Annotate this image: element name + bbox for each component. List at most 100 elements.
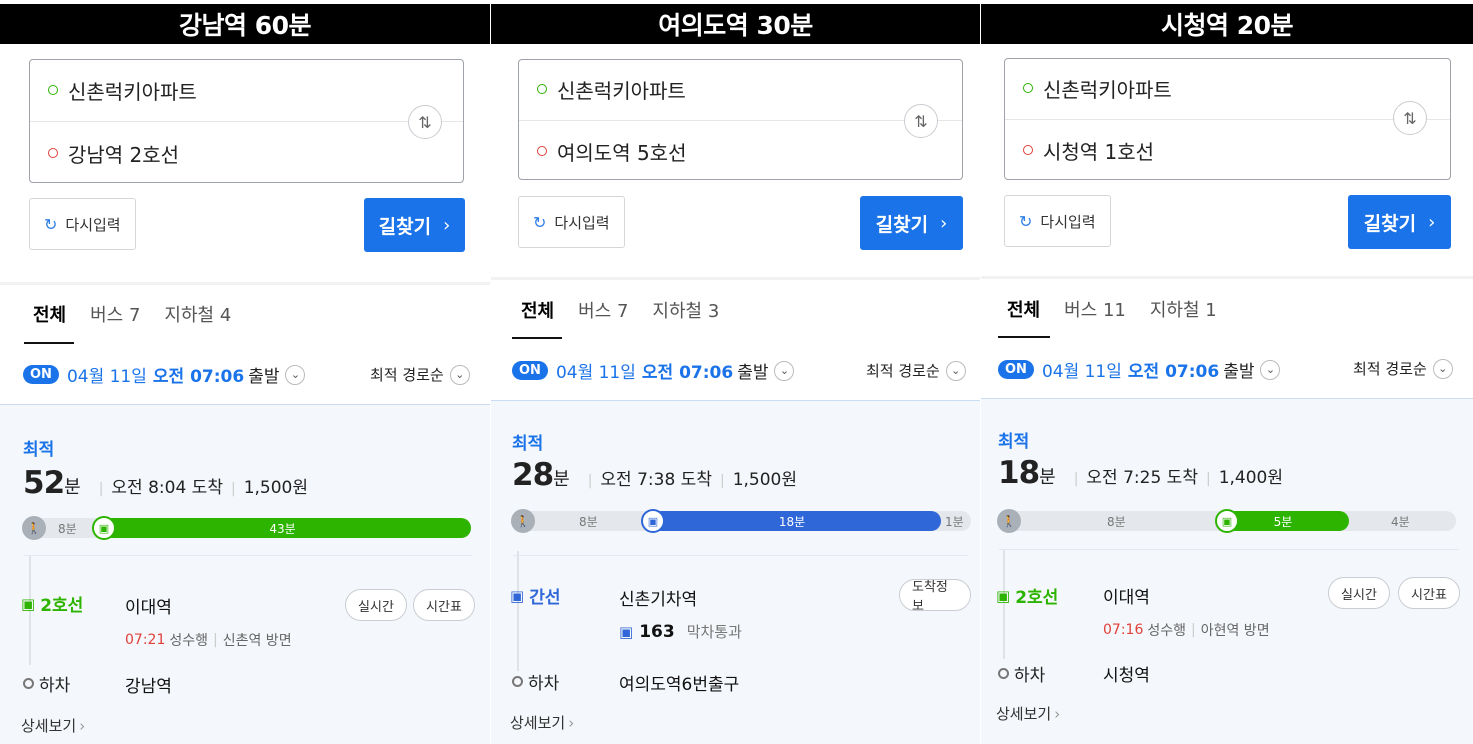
best-label: 최적: [512, 434, 544, 454]
getoff-label: 하차: [512, 669, 559, 694]
swap-arrows-icon[interactable]: ⇅: [408, 105, 442, 139]
departure-time: 오전 07:06: [641, 363, 734, 383]
arrival-info-button[interactable]: 도착정보: [899, 579, 971, 614]
chevron-right-icon: ›: [443, 214, 451, 236]
bus-number-row: ▣ 163 막차통과: [619, 621, 742, 642]
tab-subway[interactable]: 지하철 1: [1150, 296, 1217, 324]
getoff-text: 하차: [1014, 666, 1046, 686]
destination-text: 여의도역 5호선: [557, 140, 687, 165]
detail-link[interactable]: 상세보기 ›: [510, 712, 574, 733]
best-route-card[interactable]: 최적 52 분 | 오전 8:04 도착 | 1,500원 🚶 8분 43분 ▣…: [0, 404, 490, 744]
realtime-button[interactable]: 실시간: [345, 589, 407, 621]
reset-label: 다시입력: [1040, 212, 1096, 231]
destination-text: 강남역 2호선: [68, 142, 180, 167]
departure-suffix: 출발: [737, 363, 769, 383]
duration-value: 28: [512, 457, 554, 493]
realtime-button[interactable]: 실시간: [1328, 577, 1390, 609]
departure-selector[interactable]: ON 04월 11일 오전 07:06 출발 ⌄: [998, 357, 1281, 382]
reset-button[interactable]: ↻ 다시입력: [29, 198, 136, 250]
separator: |: [719, 473, 725, 489]
refresh-icon: ↻: [533, 212, 547, 232]
train-direction: 신촌역 방면: [222, 633, 292, 649]
sort-selector[interactable]: 최적 경로순 ⌄: [370, 364, 470, 385]
chevron-right-icon: ›: [1054, 705, 1061, 723]
best-route-card[interactable]: 최적 28 분 | 오전 7:38 도착 | 1,500원 🚶 8분 18분 ▣…: [491, 400, 980, 744]
getoff-label: 하차: [998, 661, 1045, 686]
origin-field[interactable]: 신촌럭키아파트: [1023, 63, 1390, 113]
tab-bus[interactable]: 버스 7: [578, 297, 628, 325]
best-route-card[interactable]: 최적 18 분 | 오전 7:25 도착 | 1,400원 🚶 8분 5분 ▣ …: [981, 398, 1473, 744]
duration-value: 18: [998, 455, 1040, 491]
walk-after-label: 4분: [1391, 515, 1410, 529]
destination-field[interactable]: 강남역 2호선: [48, 128, 403, 178]
departure-time: 오전 07:06: [1127, 362, 1220, 382]
tab-all[interactable]: 전체: [33, 301, 66, 329]
find-route-label: 길찾기: [378, 215, 432, 238]
destination-field[interactable]: 여의도역 5호선: [537, 126, 902, 176]
board-station: 이대역: [125, 598, 172, 618]
walk-before-label: 8분: [58, 522, 77, 536]
tab-bus[interactable]: 버스 11: [1064, 296, 1126, 324]
tab-subway[interactable]: 지하철 4: [164, 301, 231, 329]
section-separator: [491, 277, 980, 280]
find-route-button[interactable]: 길찾기 ›: [860, 196, 963, 250]
search-box: 신촌럭키아파트 강남역 2호선 ⇅: [29, 59, 464, 183]
find-route-button[interactable]: 길찾기 ›: [1348, 195, 1451, 249]
departure-selector[interactable]: ON 04월 11일 오전 07:06 출발 ⌄: [23, 362, 306, 387]
separator: |: [587, 473, 593, 489]
refresh-icon: ↻: [1019, 211, 1033, 231]
tab-all[interactable]: 전체: [521, 297, 554, 325]
subway-line-label: ▣ 2호선: [21, 591, 83, 617]
reset-button[interactable]: ↻ 다시입력: [518, 196, 625, 248]
origin-field[interactable]: 신촌럭키아파트: [48, 65, 403, 115]
timetable-button[interactable]: 시간표: [413, 589, 475, 621]
board-station: 신촌기차역: [619, 590, 698, 610]
train-info: 07:21 성수행 | 신촌역 방면: [125, 630, 292, 650]
getoff-circle-icon: [512, 676, 523, 687]
main-duration-label: 5분: [1273, 514, 1293, 529]
departure-selector[interactable]: ON 04월 11일 오전 07:06 출발 ⌄: [512, 358, 795, 383]
timetable-button[interactable]: 시간표: [1398, 577, 1460, 609]
active-tab-underline: [998, 336, 1050, 338]
detail-link[interactable]: 상세보기 ›: [21, 715, 85, 736]
route-panel-yeouido: 여의도역 30분 신촌럭키아파트 여의도역 5호선 ⇅ ↻ 다시입력 길찾기 ›…: [491, 0, 980, 744]
swap-arrows-icon[interactable]: ⇅: [1393, 101, 1427, 135]
tab-subway[interactable]: 지하철 3: [652, 297, 719, 325]
separator: |: [98, 481, 104, 497]
getoff-circle-icon: [998, 668, 1009, 679]
route-summary: 28 분 | 오전 7:38 도착 | 1,500원: [512, 457, 797, 493]
green-circle-icon: [537, 84, 547, 94]
walk-icon: 🚶: [997, 509, 1021, 533]
duration-unit: 분: [553, 469, 570, 490]
departure-suffix: 출발: [248, 367, 280, 387]
origin-field[interactable]: 신촌럭키아파트: [537, 64, 902, 114]
reset-button[interactable]: ↻ 다시입력: [1004, 195, 1111, 247]
destination-text: 시청역 1호선: [1043, 139, 1155, 164]
bus-number: 163: [639, 621, 675, 642]
subway-icon: ▣: [1215, 509, 1239, 533]
red-circle-icon: [537, 146, 547, 156]
getoff-station: 여의도역6번출구: [619, 675, 740, 695]
find-route-button[interactable]: 길찾기 ›: [364, 198, 465, 252]
detail-label: 상세보기: [996, 705, 1052, 723]
walk-icon: 🚶: [511, 509, 535, 533]
detail-link[interactable]: 상세보기 ›: [996, 703, 1060, 724]
tab-all[interactable]: 전체: [1007, 296, 1040, 324]
route-panel-cityhall: 시청역 20분 신촌럭키아파트 시청역 1호선 ⇅ ↻ 다시입력 길찾기 › 전…: [981, 0, 1473, 744]
tab-bus[interactable]: 버스 7: [90, 301, 140, 329]
sort-selector[interactable]: 최적 경로순 ⌄: [866, 360, 966, 381]
getoff-text: 하차: [528, 674, 560, 694]
destination-field[interactable]: 시청역 1호선: [1023, 125, 1390, 175]
getoff-label: 하차: [23, 671, 70, 696]
main-duration-label: 43분: [269, 521, 296, 536]
walk-icon: 🚶: [22, 516, 46, 540]
swap-arrows-icon[interactable]: ⇅: [904, 104, 938, 138]
chevron-right-icon: ›: [79, 717, 86, 735]
train-direction: 아현역 방면: [1200, 623, 1270, 639]
train-destination: 성수행: [169, 633, 208, 649]
next-train-time: 07:21: [125, 632, 166, 648]
sort-selector[interactable]: 최적 경로순 ⌄: [1353, 358, 1453, 379]
getoff-station: 시청역: [1103, 666, 1150, 686]
board-station: 이대역: [1103, 588, 1150, 608]
walk-after-label: 1분: [945, 515, 964, 529]
